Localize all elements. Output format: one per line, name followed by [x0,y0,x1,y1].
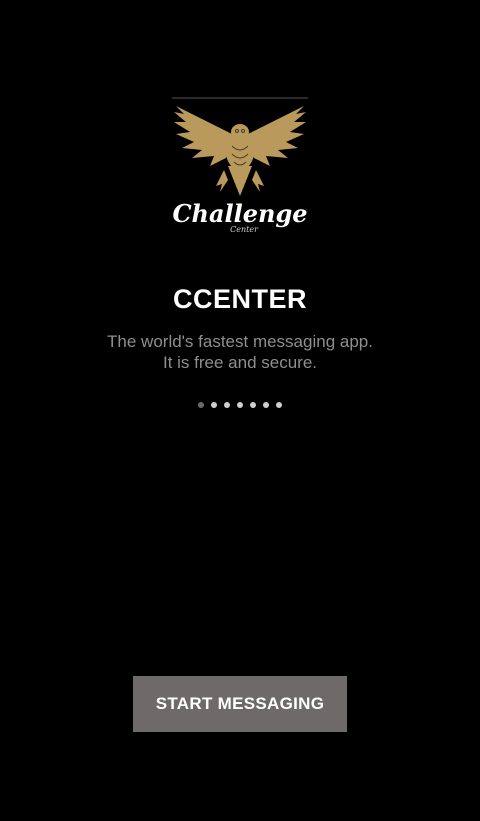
page-indicator [0,402,480,408]
tagline-line-1: The world's fastest messaging app. [107,332,373,351]
challenge-center-logo: Challenge Center [166,96,314,236]
logo-subtext: Center [230,225,259,234]
page-dot[interactable] [237,402,243,408]
page-dot[interactable] [224,402,230,408]
start-messaging-button[interactable]: START MESSAGING [133,676,347,732]
eagle-logo-icon: Challenge Center [172,97,308,234]
tagline-line-2: It is free and secure. [162,353,318,372]
page-dot[interactable] [250,402,256,408]
logo-wordmark: Challenge [172,199,307,228]
page-dot[interactable] [198,402,204,408]
page-dot[interactable] [263,402,269,408]
app-title: CCENTER [172,284,307,314]
page-dot[interactable] [211,402,217,408]
page-dot[interactable] [276,402,282,408]
app-tagline: The world's fastest messaging app. It is… [0,331,480,373]
